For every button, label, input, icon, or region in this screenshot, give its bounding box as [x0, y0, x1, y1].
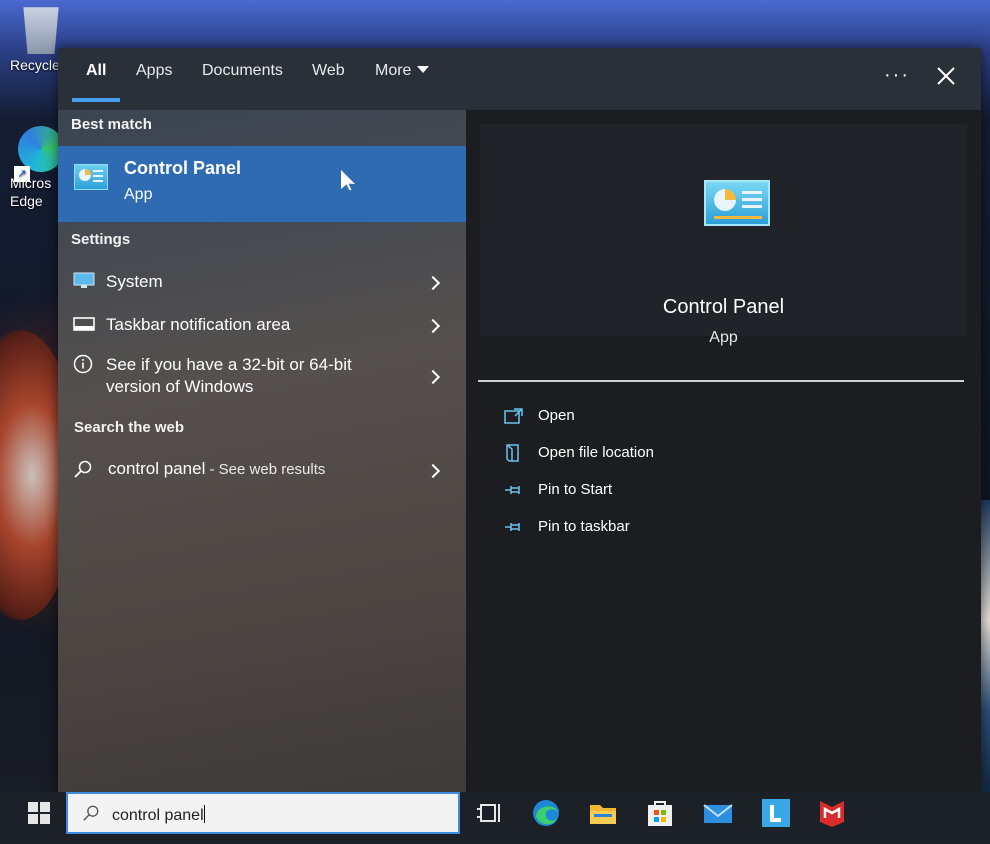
- recycle-bin-icon: [23, 7, 59, 54]
- result-preview-pane: Control Panel App Open Open file locatio…: [466, 110, 981, 792]
- shortcut-arrow-icon: ↗: [14, 166, 30, 182]
- settings-item-label: Taskbar notification area: [106, 315, 291, 334]
- more-options-button[interactable]: ···: [884, 64, 910, 87]
- action-pin-to-taskbar[interactable]: Pin to taskbar: [504, 516, 804, 542]
- search-panel: All Apps Documents Web More ··· Best mat…: [58, 48, 981, 792]
- control-panel-icon: [74, 164, 108, 190]
- mouse-cursor-icon: [341, 170, 355, 190]
- results-list: Best match Control Panel App Settings Sy…: [58, 110, 466, 792]
- start-button[interactable]: [28, 802, 50, 824]
- settings-heading: Settings: [71, 231, 131, 248]
- action-open-file-location[interactable]: Open file location: [504, 442, 804, 468]
- settings-item-32-or-64-bit[interactable]: See if you have a 32-bit or 64-bit versi…: [58, 352, 466, 402]
- action-label: Open file location: [538, 444, 654, 461]
- settings-item-label: System: [106, 272, 163, 291]
- windows-logo-pane: [28, 802, 38, 812]
- web-result-text: control panel - See web results: [108, 458, 325, 481]
- best-match-control-panel[interactable]: Control Panel App: [58, 146, 466, 222]
- file-explorer-icon[interactable]: [587, 798, 619, 828]
- web-result-query: control panel: [108, 459, 206, 478]
- taskbar: control panel: [0, 792, 990, 844]
- pin-icon: [505, 523, 520, 531]
- preview-title: Control Panel: [662, 296, 785, 318]
- tab-more-label: More: [375, 62, 412, 79]
- web-result-control-panel[interactable]: control panel - See web results: [58, 454, 466, 486]
- tab-documents[interactable]: Documents: [202, 62, 283, 92]
- action-label: Open: [538, 407, 575, 424]
- chevron-right-icon: [425, 369, 441, 385]
- tab-more[interactable]: More: [375, 62, 430, 92]
- web-result-suffix: - See web results: [205, 461, 326, 478]
- settings-item-label: See if you have a 32-bit or 64-bit versi…: [106, 355, 352, 396]
- monitor-icon: [73, 272, 95, 288]
- windows-logo-pane: [28, 814, 38, 824]
- search-tab-bar: All Apps Documents Web More ···: [58, 48, 981, 110]
- open-icon: [504, 408, 523, 424]
- text-caret: [203, 805, 205, 823]
- close-button[interactable]: [934, 64, 958, 88]
- chevron-down-icon: [417, 66, 430, 73]
- search-icon: [74, 460, 92, 478]
- pin-icon: [505, 486, 520, 494]
- chevron-right-icon: [425, 318, 441, 334]
- lines-glyph: [742, 191, 762, 194]
- bar-glyph: [714, 216, 762, 219]
- taskbar-search-input[interactable]: control panel: [66, 792, 460, 834]
- action-label: Pin to Start: [538, 481, 613, 498]
- best-match-heading: Best match: [71, 116, 152, 133]
- control-panel-icon: [704, 180, 770, 226]
- chevron-right-icon: [425, 275, 441, 291]
- l-app-icon[interactable]: [760, 798, 792, 828]
- tab-apps[interactable]: Apps: [136, 62, 172, 92]
- settings-item-system[interactable]: System: [58, 266, 466, 298]
- settings-item-taskbar-notification-area[interactable]: Taskbar notification area: [58, 309, 466, 341]
- action-pin-to-start[interactable]: Pin to Start: [504, 479, 804, 505]
- task-view-icon[interactable]: [475, 798, 507, 828]
- file-location-icon: [506, 444, 519, 462]
- mcafee-icon[interactable]: [816, 798, 848, 828]
- windows-logo-pane: [40, 814, 50, 824]
- tab-web[interactable]: Web: [312, 62, 345, 92]
- pie-glyph: [714, 189, 736, 211]
- search-icon: [83, 805, 99, 821]
- best-match-subtitle: App: [124, 186, 153, 203]
- edge-icon[interactable]: [530, 798, 562, 828]
- search-input-text: control panel: [112, 805, 205, 825]
- search-web-heading: Search the web: [74, 419, 185, 436]
- close-icon: [937, 67, 955, 85]
- mail-icon[interactable]: [702, 798, 734, 828]
- action-open[interactable]: Open: [504, 405, 804, 431]
- action-label: Pin to taskbar: [538, 518, 630, 535]
- taskbar-icon: [73, 317, 95, 331]
- info-icon: [73, 354, 93, 374]
- chevron-right-icon: [425, 463, 441, 479]
- store-icon[interactable]: [644, 798, 676, 828]
- tab-all[interactable]: All: [86, 62, 106, 92]
- preview-subtitle: App: [709, 329, 738, 346]
- search-input-value: control panel: [112, 807, 204, 824]
- windows-logo-pane: [40, 802, 50, 812]
- active-tab-indicator: [72, 98, 120, 102]
- best-match-title: Control Panel: [124, 158, 242, 178]
- preview-divider: [478, 380, 964, 382]
